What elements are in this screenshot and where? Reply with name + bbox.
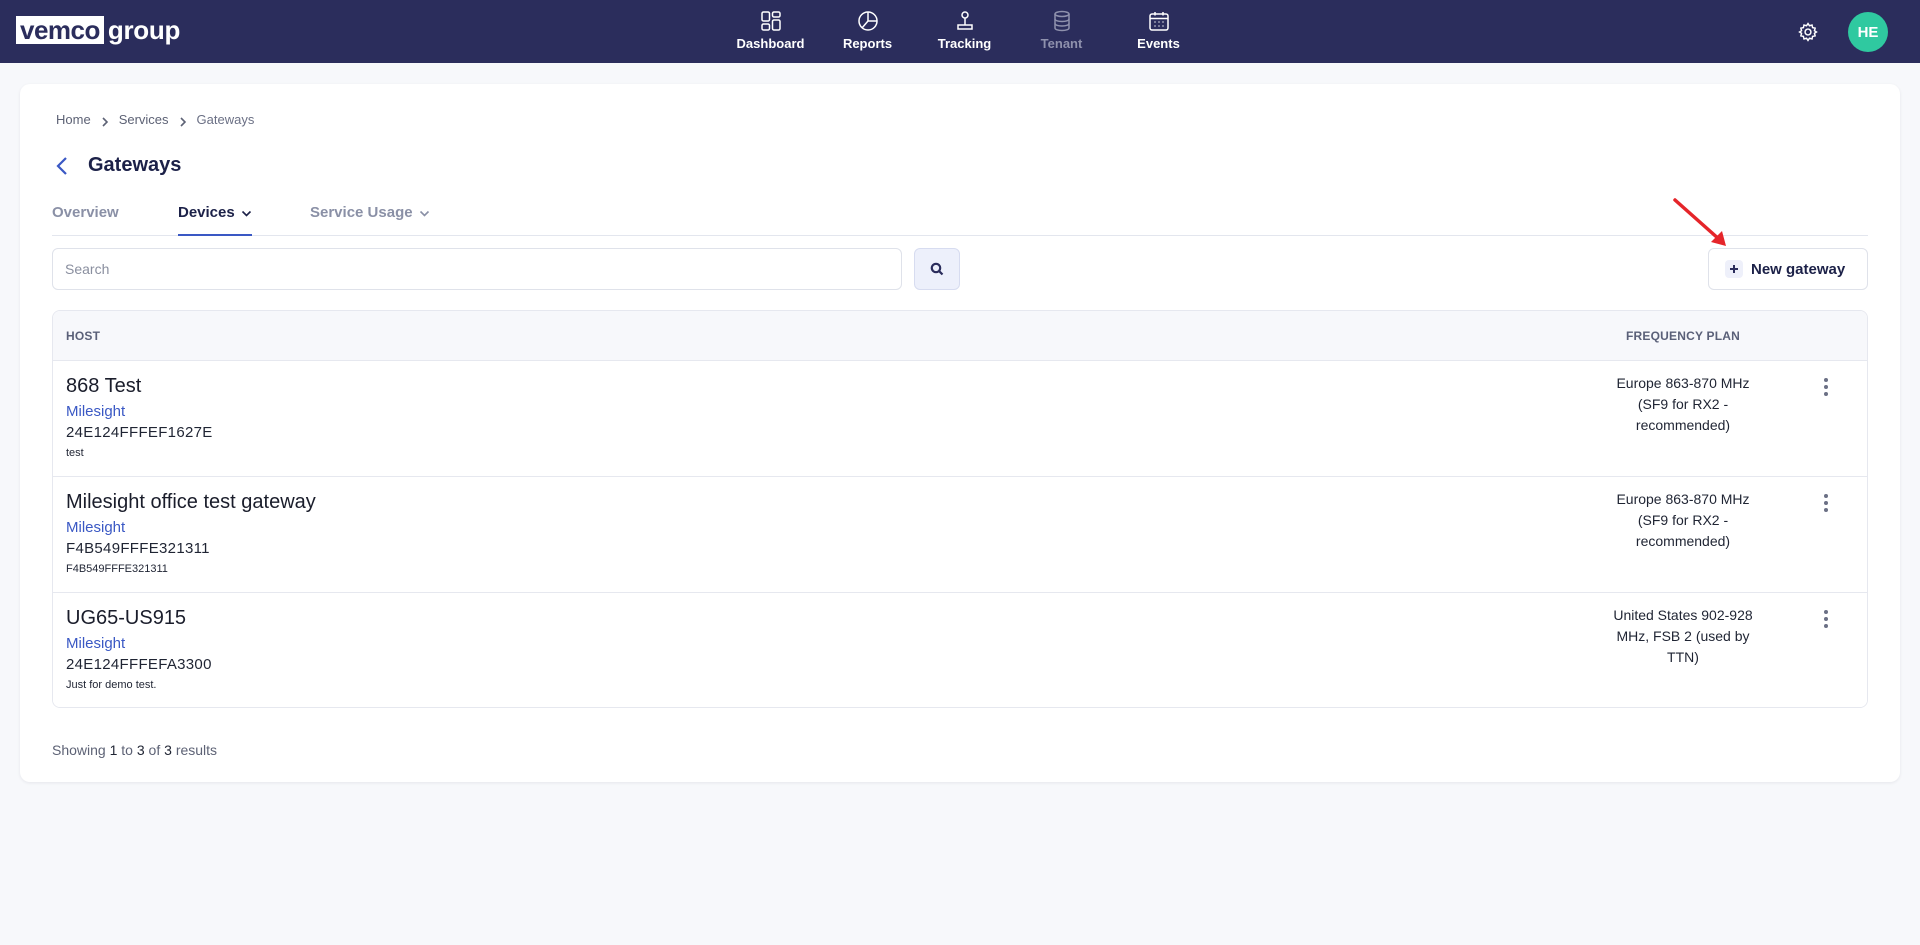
tracking-pin-icon [956,11,973,30]
tab-bar: Overview Devices Service Usage [52,196,1868,236]
gateway-name[interactable]: UG65-US915 [66,607,186,630]
top-navigation-bar: vemco group Dashboard Reports Tracking T… [0,0,1920,63]
settings-button[interactable] [1797,21,1819,43]
chevron-down-icon [241,206,252,223]
main-nav: Dashboard Reports Tracking Tenant Events [722,0,1207,63]
tab-overview[interactable]: Overview [52,196,119,236]
logo-text: group [107,15,181,45]
gateway-vendor-link[interactable]: Milesight [66,519,125,536]
nav-item-events[interactable]: Events [1110,0,1207,63]
calendar-icon [1148,12,1169,31]
chevron-left-icon [56,156,67,175]
logo-box-text: vemco [16,16,104,44]
gear-icon [1798,22,1818,42]
gateway-eui: 24E124FFFEFA3300 [66,656,212,673]
nav-item-dashboard[interactable]: Dashboard [722,0,819,63]
gateway-description: F4B549FFFE321311 [66,563,168,575]
nav-label-events: Events [1137,36,1180,51]
back-button[interactable] [56,155,76,177]
gateways-card: Home Services Gateways Gateways Overview… [20,84,1900,782]
gateway-eui: F4B549FFFE321311 [66,540,210,557]
nav-label-reports: Reports [842,36,893,51]
breadcrumb-home[interactable]: Home [56,112,91,127]
page-title: Gateways [88,154,182,176]
results-to-word: to [121,742,133,758]
table-row[interactable]: 868 Test Milesight 24E124FFFEF1627E test… [53,361,1867,477]
table-row[interactable]: UG65-US915 Milesight 24E124FFFEFA3300 Ju… [53,593,1867,707]
results-suffix: results [175,742,218,758]
breadcrumb: Home Services Gateways [56,112,254,127]
pagination-summary: Showing 1 to 3 of 3 results [52,742,217,758]
tab-service-usage[interactable]: Service Usage [310,196,430,236]
title-row: Gateways [56,154,181,177]
gateway-name[interactable]: 868 Test [66,375,141,398]
nav-item-tenant[interactable]: Tenant [1013,0,1110,63]
pie-chart-icon [857,11,878,31]
new-gateway-label: New gateway [1751,260,1846,278]
dashboard-icon [760,11,781,31]
gateway-frequency-plan: United States 902-928 MHz, FSB 2 (used b… [1613,607,1753,665]
table-header: HOST FREQUENCY PLAN [53,311,1867,361]
new-gateway-button[interactable]: New gateway [1708,248,1868,290]
gateway-name[interactable]: Milesight office test gateway [66,491,316,514]
row-actions-menu-icon[interactable] [1818,491,1834,515]
chevron-right-icon [101,115,109,127]
results-total: 3 [164,742,172,758]
gateway-frequency-plan: Europe 863-870 MHz (SF9 for RX2 - recomm… [1616,491,1750,549]
gateway-frequency-plan: Europe 863-870 MHz (SF9 for RX2 - recomm… [1616,375,1750,433]
gateway-eui: 24E124FFFEF1627E [66,424,213,441]
nav-item-reports[interactable]: Reports [819,0,916,63]
chevron-down-icon [419,206,430,223]
row-actions-menu-icon[interactable] [1818,375,1834,399]
results-prefix: Showing [52,742,106,758]
tab-service-usage-label: Service Usage [310,204,413,221]
column-header-frequency-plan: FREQUENCY PLAN [1626,329,1740,343]
results-of-word: of [148,742,161,758]
tab-devices[interactable]: Devices [178,196,252,236]
database-icon [1053,10,1070,32]
gateway-vendor-link[interactable]: Milesight [66,635,125,652]
gateway-description: Just for demo test. [66,679,157,691]
nav-label-tenant: Tenant [1040,36,1083,51]
results-from: 1 [109,742,118,758]
tab-overview-label: Overview [52,204,119,221]
gateway-description: test [66,447,84,459]
breadcrumb-gateways: Gateways [196,112,255,127]
gateways-table: HOST FREQUENCY PLAN 868 Test Milesight 2… [52,310,1868,708]
user-avatar[interactable]: HE [1848,12,1888,52]
nav-label-dashboard: Dashboard [736,36,805,51]
row-actions-menu-icon[interactable] [1818,607,1834,631]
search-button[interactable] [914,248,960,290]
gateway-vendor-link[interactable]: Milesight [66,403,125,420]
plus-icon [1725,260,1743,278]
results-to: 3 [136,742,145,758]
search-input[interactable] [52,248,902,290]
column-header-host: HOST [66,329,101,343]
breadcrumb-services[interactable]: Services [119,112,169,127]
nav-label-tracking: Tracking [937,36,992,51]
search-icon [930,262,944,276]
tab-devices-label: Devices [178,204,235,221]
nav-item-tracking[interactable]: Tracking [916,0,1013,63]
chevron-right-icon [179,115,187,127]
brand-logo[interactable]: vemco group [16,16,180,44]
table-row[interactable]: Milesight office test gateway Milesight … [53,477,1867,593]
